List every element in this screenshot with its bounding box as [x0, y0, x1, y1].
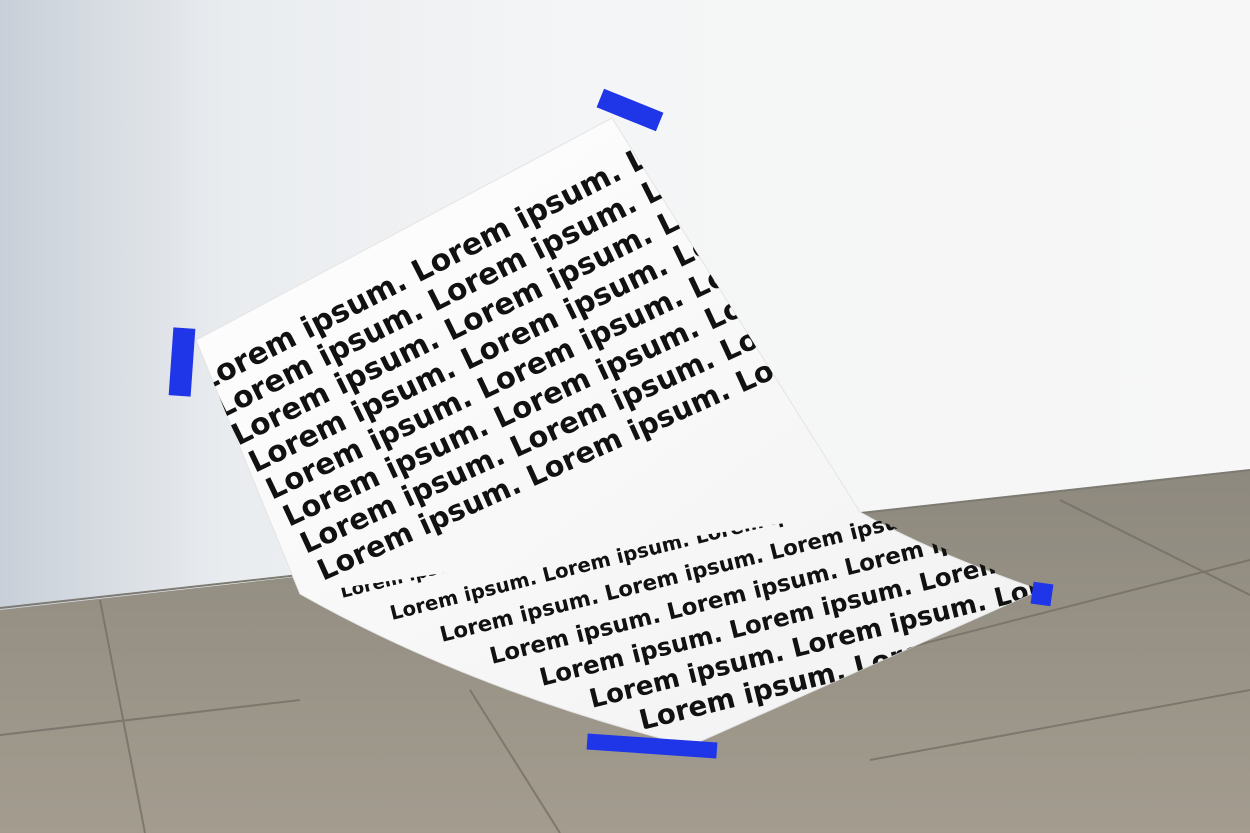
tape-right [1030, 581, 1054, 607]
photo-scene: Lorem ipsum. Lorem ipsum. Lorem ipsum. Lo… [0, 0, 1250, 833]
floor-and-poster: Lorem ipsum. Lorem ipsum. Lorem ipsum.Lo… [0, 88, 1250, 833]
tape-left [168, 327, 196, 397]
